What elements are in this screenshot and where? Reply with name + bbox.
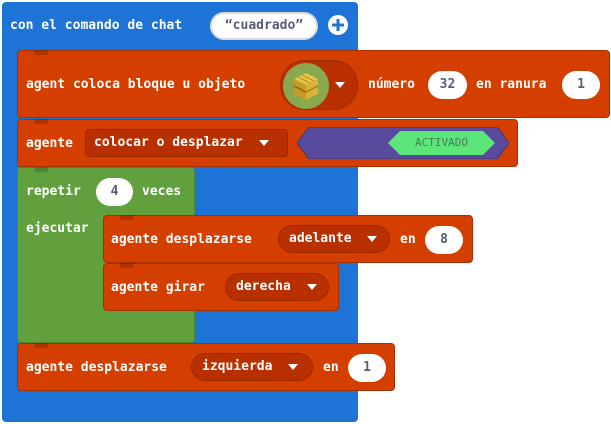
repeat-label: repetir bbox=[26, 184, 81, 199]
chat-command-label: con el comando de chat bbox=[10, 18, 183, 33]
toggle-switch[interactable]: ACTIVADO bbox=[296, 126, 510, 160]
turn-direction-dropdown-value: derecha bbox=[236, 279, 291, 294]
mode-dropdown[interactable]: colocar o desplazar bbox=[85, 129, 288, 157]
turn-label: agente girar bbox=[111, 280, 205, 295]
hay-bale-icon bbox=[283, 63, 329, 109]
chevron-down-icon bbox=[306, 283, 317, 290]
move-left-label: agente desplazarse bbox=[26, 360, 167, 375]
turn-direction-dropdown[interactable]: derecha bbox=[225, 273, 329, 301]
slot-input[interactable]: 1 bbox=[562, 71, 600, 99]
move-left-direction-dropdown[interactable]: izquierda bbox=[191, 353, 313, 381]
direction-dropdown-value: adelante bbox=[289, 231, 352, 246]
move-forward-label: agente desplazarse bbox=[111, 232, 252, 247]
toggle-label: ACTIVADO bbox=[415, 136, 468, 149]
repeat-count-input[interactable]: 4 bbox=[96, 178, 133, 206]
chevron-down-icon bbox=[335, 82, 345, 88]
plus-circle-icon[interactable] bbox=[326, 13, 350, 37]
chevron-down-icon bbox=[288, 363, 299, 370]
chat-command-input[interactable]: “cuadrado” bbox=[210, 12, 318, 40]
mode-dropdown-value: colocar o desplazar bbox=[94, 135, 243, 150]
set-mode-label: agente bbox=[26, 136, 73, 151]
slot-label: en ranura bbox=[476, 77, 547, 92]
number-input[interactable]: 32 bbox=[428, 71, 467, 99]
move-forward-by-label: en bbox=[400, 232, 416, 247]
place-block-label: agent coloca bloque u objeto bbox=[26, 77, 246, 92]
chevron-down-icon bbox=[367, 235, 378, 242]
direction-dropdown[interactable]: adelante bbox=[278, 225, 390, 253]
item-dropdown[interactable] bbox=[280, 60, 358, 110]
move-left-direction-value: izquierda bbox=[202, 359, 273, 374]
move-left-by-label: en bbox=[323, 360, 339, 375]
move-forward-amount-input[interactable]: 8 bbox=[425, 226, 463, 254]
do-label: ejecutar bbox=[26, 221, 89, 236]
move-left-amount-input[interactable]: 1 bbox=[348, 354, 386, 382]
chevron-down-icon bbox=[258, 139, 269, 146]
number-label: número bbox=[368, 77, 415, 92]
times-label: veces bbox=[142, 184, 182, 199]
